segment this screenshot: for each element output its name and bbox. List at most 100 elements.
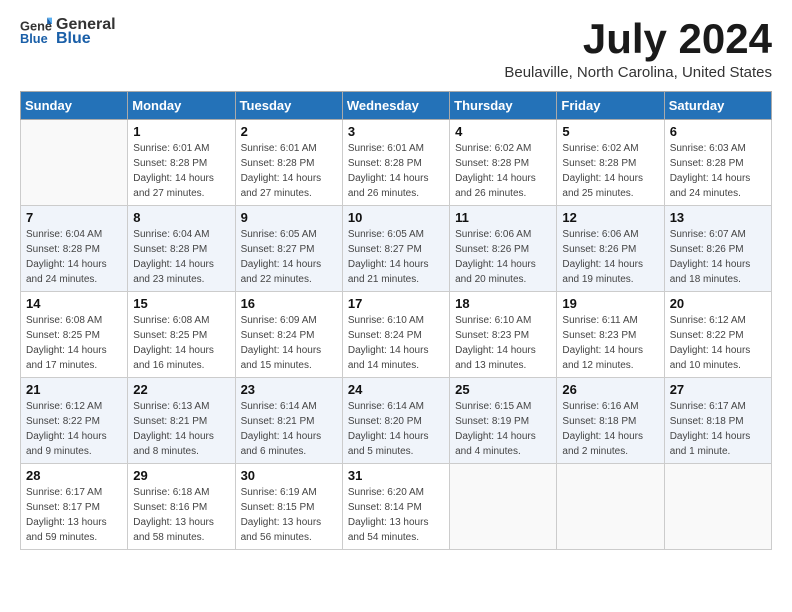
- day-info: Sunrise: 6:06 AMSunset: 8:26 PMDaylight:…: [562, 227, 658, 287]
- calendar-day-cell: 27Sunrise: 6:17 AMSunset: 8:18 PMDayligh…: [664, 378, 771, 464]
- calendar-day-cell: 2 Sunrise: 6:01 AMSunset: 8:28 PMDaylight…: [235, 120, 342, 206]
- day-number: 21: [26, 382, 122, 397]
- header-monday: Monday: [128, 92, 235, 120]
- calendar-day-cell: 21 Sunrise: 6:12 AMSunset: 8:22 PMDayligh…: [21, 378, 128, 464]
- day-info: Sunrise: 6:16 AMSunset: 8:18 PMDaylight:…: [562, 399, 658, 459]
- calendar-day-cell: 11 Sunrise: 6:06 AMSunset: 8:26 PMDayligh…: [450, 206, 557, 292]
- day-info: Sunrise: 6:17 AMSunset: 8:18 PMDaylight:…: [670, 399, 766, 459]
- day-number: 15: [133, 296, 229, 311]
- day-number: 8: [133, 210, 229, 225]
- day-info: Sunrise: 6:09 AMSunset: 8:24 PMDaylight:…: [241, 313, 337, 373]
- calendar-day-cell: 28 Sunrise: 6:17 AMSunset: 8:17 PMDayligh…: [21, 464, 128, 550]
- calendar-day-cell: 19 Sunrise: 6:11 AMSunset: 8:23 PMDayligh…: [557, 292, 664, 378]
- calendar-day-cell: 1Sunrise: 6:01 AMSunset: 8:28 PMDaylight…: [128, 120, 235, 206]
- calendar-week-row: 1 Sunrise: 6:01 AMSunset: 8:28 PMDaylight…: [21, 120, 772, 206]
- day-number: 11: [455, 210, 551, 225]
- day-number: 1: [133, 124, 229, 139]
- day-number: 23: [241, 382, 337, 397]
- day-number: 4: [455, 124, 551, 139]
- calendar-day-cell: 29 Sunrise: 6:18 AMSunset: 8:16 PMDayligh…: [128, 464, 235, 550]
- day-number: 26: [562, 382, 658, 397]
- day-info: Sunrise: 6:15 AMSunset: 8:19 PMDaylight:…: [455, 399, 551, 459]
- day-info: Sunrise: 6:03 AMSunset: 8:28 PMDaylight:…: [670, 141, 766, 201]
- calendar-day-cell: 22 Sunrise: 6:13 AMSunset: 8:21 PMDayligh…: [128, 378, 235, 464]
- calendar-day-cell: 12 Sunrise: 6:06 AMSunset: 8:26 PMDayligh…: [557, 206, 664, 292]
- calendar-day-cell: 6 Sunrise: 6:03 AMSunset: 8:28 PMDaylight…: [664, 120, 771, 206]
- day-info: Sunrise: 6:04 AMSunset: 8:28 PMDaylight:…: [133, 227, 229, 287]
- subtitle: Beulaville, North Carolina, United State…: [504, 64, 772, 81]
- calendar-week-row: 7Sunrise: 6:04 AMSunset: 8:28 PMDaylight…: [21, 206, 772, 292]
- header: General Blue General Blue July 2024 Beul…: [20, 16, 772, 81]
- header-thursday: Thursday: [450, 92, 557, 120]
- day-number: 18: [455, 296, 551, 311]
- calendar-day-cell: 17 Sunrise: 6:10 AMSunset: 8:24 PMDayligh…: [342, 292, 449, 378]
- day-info: Sunrise: 6:10 AMSunset: 8:24 PMDaylight:…: [348, 313, 444, 373]
- calendar-day-cell: 24Sunrise: 6:14 AMSunset: 8:20 PMDayligh…: [342, 378, 449, 464]
- logo: General Blue General Blue: [20, 16, 116, 48]
- day-info: Sunrise: 6:01 AMSunset: 8:28 PMDaylight:…: [241, 141, 337, 201]
- day-number: 5: [562, 124, 658, 139]
- calendar-day-cell: 4 Sunrise: 6:02 AMSunset: 8:28 PMDaylight…: [450, 120, 557, 206]
- calendar-day-cell: 7Sunrise: 6:04 AMSunset: 8:28 PMDaylight…: [21, 206, 128, 292]
- day-number: 28: [26, 468, 122, 483]
- day-info: Sunrise: 6:13 AMSunset: 8:21 PMDaylight:…: [133, 399, 229, 459]
- calendar-day-cell: [21, 120, 128, 206]
- day-info: Sunrise: 6:05 AMSunset: 8:27 PMDaylight:…: [348, 227, 444, 287]
- day-number: 14: [26, 296, 122, 311]
- calendar-day-cell: 9 Sunrise: 6:05 AMSunset: 8:27 PMDaylight…: [235, 206, 342, 292]
- day-number: 6: [670, 124, 766, 139]
- day-number: 31: [348, 468, 444, 483]
- header-sunday: Sunday: [21, 92, 128, 120]
- day-info: Sunrise: 6:12 AMSunset: 8:22 PMDaylight:…: [670, 313, 766, 373]
- day-number: 22: [133, 382, 229, 397]
- calendar-day-cell: [450, 464, 557, 550]
- day-info: Sunrise: 6:08 AMSunset: 8:25 PMDaylight:…: [26, 313, 122, 373]
- day-info: Sunrise: 6:12 AMSunset: 8:22 PMDaylight:…: [26, 399, 122, 459]
- calendar: SundayMondayTuesdayWednesdayThursdayFrid…: [20, 91, 772, 550]
- day-info: Sunrise: 6:10 AMSunset: 8:23 PMDaylight:…: [455, 313, 551, 373]
- day-info: Sunrise: 6:06 AMSunset: 8:26 PMDaylight:…: [455, 227, 551, 287]
- calendar-day-cell: 18 Sunrise: 6:10 AMSunset: 8:23 PMDayligh…: [450, 292, 557, 378]
- calendar-day-cell: 20 Sunrise: 6:12 AMSunset: 8:22 PMDayligh…: [664, 292, 771, 378]
- day-info: Sunrise: 6:05 AMSunset: 8:27 PMDaylight:…: [241, 227, 337, 287]
- day-info: Sunrise: 6:19 AMSunset: 8:15 PMDaylight:…: [241, 485, 337, 545]
- day-info: Sunrise: 6:07 AMSunset: 8:26 PMDaylight:…: [670, 227, 766, 287]
- calendar-day-cell: 14 Sunrise: 6:08 AMSunset: 8:25 PMDayligh…: [21, 292, 128, 378]
- day-number: 16: [241, 296, 337, 311]
- day-number: 13: [670, 210, 766, 225]
- calendar-day-cell: 30Sunrise: 6:19 AMSunset: 8:15 PMDayligh…: [235, 464, 342, 550]
- day-info: Sunrise: 6:18 AMSunset: 8:16 PMDaylight:…: [133, 485, 229, 545]
- day-number: 17: [348, 296, 444, 311]
- day-number: 24: [348, 382, 444, 397]
- day-number: 9: [241, 210, 337, 225]
- day-number: 19: [562, 296, 658, 311]
- day-info: Sunrise: 6:02 AMSunset: 8:28 PMDaylight:…: [562, 141, 658, 201]
- calendar-day-cell: 3 Sunrise: 6:01 AMSunset: 8:28 PMDaylight…: [342, 120, 449, 206]
- day-number: 29: [133, 468, 229, 483]
- calendar-day-cell: 31Sunrise: 6:20 AMSunset: 8:14 PMDayligh…: [342, 464, 449, 550]
- calendar-day-cell: 23 Sunrise: 6:14 AMSunset: 8:21 PMDayligh…: [235, 378, 342, 464]
- day-info: Sunrise: 6:14 AMSunset: 8:21 PMDaylight:…: [241, 399, 337, 459]
- calendar-day-cell: 15 Sunrise: 6:08 AMSunset: 8:25 PMDayligh…: [128, 292, 235, 378]
- calendar-header-row: SundayMondayTuesdayWednesdayThursdayFrid…: [21, 92, 772, 120]
- day-number: 20: [670, 296, 766, 311]
- day-info: Sunrise: 6:17 AMSunset: 8:17 PMDaylight:…: [26, 485, 122, 545]
- day-number: 2: [241, 124, 337, 139]
- calendar-week-row: 21 Sunrise: 6:12 AMSunset: 8:22 PMDayligh…: [21, 378, 772, 464]
- day-info: Sunrise: 6:11 AMSunset: 8:23 PMDaylight:…: [562, 313, 658, 373]
- calendar-day-cell: [557, 464, 664, 550]
- title-area: July 2024 Beulaville, North Carolina, Un…: [504, 16, 772, 81]
- day-info: Sunrise: 6:08 AMSunset: 8:25 PMDaylight:…: [133, 313, 229, 373]
- main-title: July 2024: [504, 16, 772, 62]
- day-number: 12: [562, 210, 658, 225]
- day-info: Sunrise: 6:02 AMSunset: 8:28 PMDaylight:…: [455, 141, 551, 201]
- calendar-day-cell: 26 Sunrise: 6:16 AMSunset: 8:18 PMDayligh…: [557, 378, 664, 464]
- header-friday: Friday: [557, 92, 664, 120]
- day-number: 10: [348, 210, 444, 225]
- day-number: 3: [348, 124, 444, 139]
- calendar-day-cell: 13 Sunrise: 6:07 AMSunset: 8:26 PMDayligh…: [664, 206, 771, 292]
- day-info: Sunrise: 6:01 AMSunset: 8:28 PMDaylight:…: [348, 141, 444, 201]
- calendar-day-cell: 10 Sunrise: 6:05 AMSunset: 8:27 PMDayligh…: [342, 206, 449, 292]
- logo-icon: General Blue: [20, 16, 52, 48]
- day-number: 25: [455, 382, 551, 397]
